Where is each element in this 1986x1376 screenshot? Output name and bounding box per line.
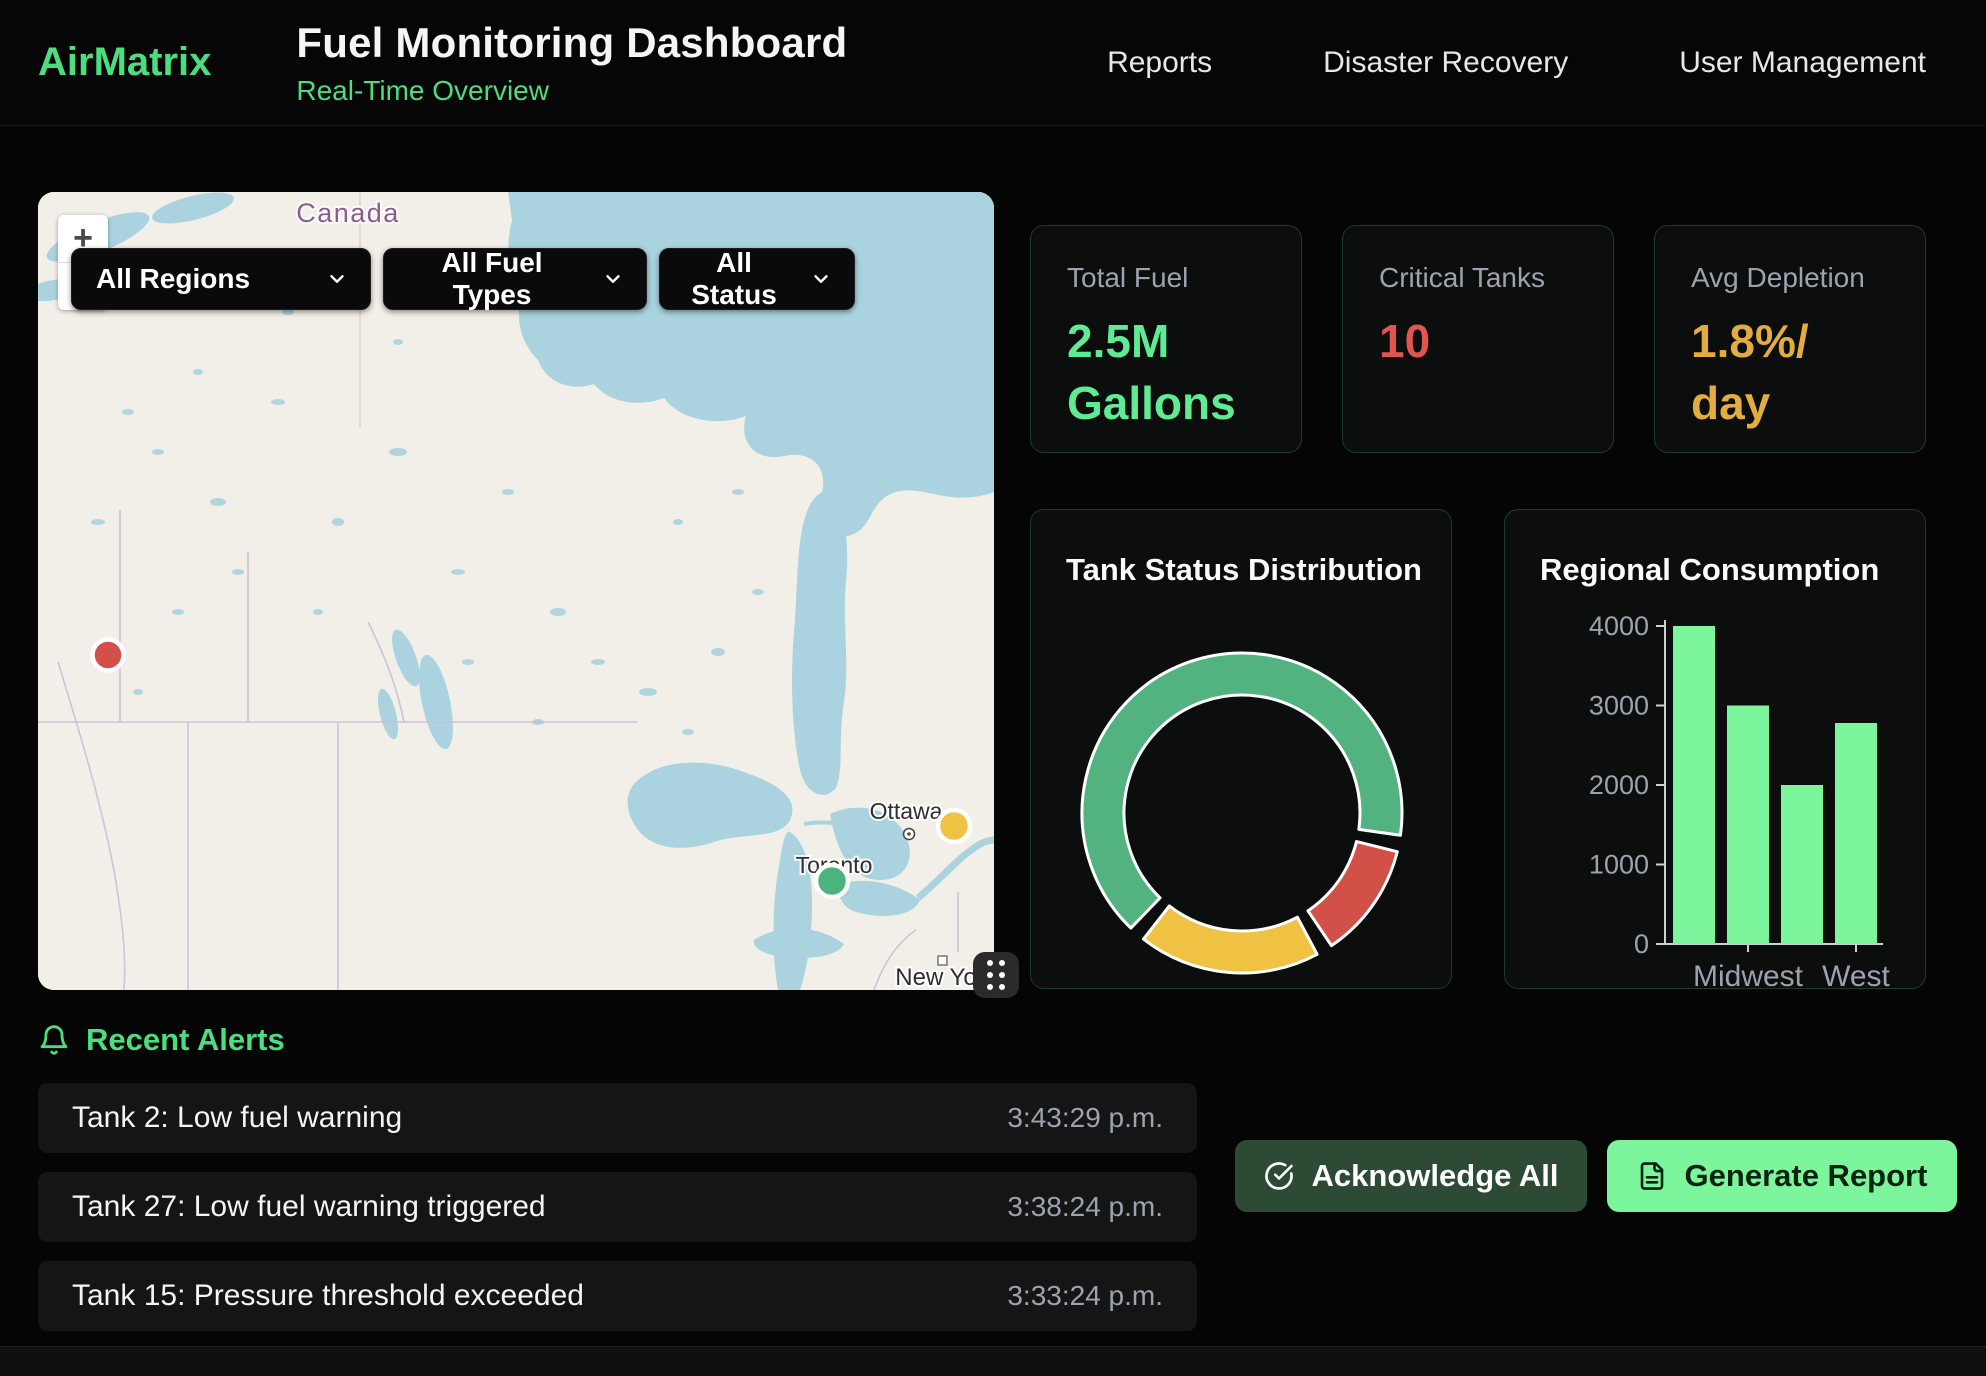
stat-value: 1.8%/day [1691, 310, 1925, 434]
chevron-down-icon [810, 268, 832, 290]
bar [1727, 706, 1769, 945]
stat-value: 10 [1379, 310, 1613, 372]
country-label: Canada [296, 198, 400, 228]
alert-text: Tank 15: Pressure threshold exceeded [72, 1279, 584, 1313]
regional-consumption-card: Regional Consumption 01000200030004000Mi… [1504, 509, 1926, 989]
acknowledge-all-button[interactable]: Acknowledge All [1235, 1140, 1587, 1212]
tank-status-donut-chart [1031, 510, 1453, 990]
chevron-down-icon [602, 268, 624, 290]
nav-disaster-recovery[interactable]: Disaster Recovery [1323, 46, 1568, 80]
map[interactable]: Canada Ottawa Toronto New York [38, 192, 994, 990]
y-tick-label: 0 [1634, 929, 1649, 959]
fuel-type-filter-value: All Fuel Types [408, 247, 576, 311]
donut-segment-critical [1308, 842, 1397, 946]
regional-consumption-bar-chart: 0 1000 2000 3000 4000 Midwest West [1505, 510, 1927, 990]
bar [1673, 626, 1715, 944]
main-nav: Reports Disaster Recovery User Managemen… [1107, 0, 1926, 126]
alert-text: Tank 2: Low fuel warning [72, 1101, 402, 1135]
alert-row[interactable]: Tank 27: Low fuel warning triggered 3:38:… [38, 1172, 1197, 1242]
region-filter-select[interactable]: All Regions [71, 248, 371, 310]
alert-timestamp: 3:33:24 p.m. [1007, 1280, 1163, 1312]
footer-bar [0, 1346, 1986, 1376]
resize-grip[interactable] [973, 952, 1019, 998]
y-tick-label: 1000 [1589, 850, 1649, 880]
alert-timestamp: 3:38:24 p.m. [1007, 1191, 1163, 1223]
stat-label: Critical Tanks [1379, 262, 1613, 294]
ottawa-label: Ottawa [870, 798, 943, 824]
x-tick-label: West [1822, 960, 1890, 990]
alert-row[interactable]: Tank 2: Low fuel warning 3:43:29 p.m. [38, 1083, 1197, 1153]
y-tick-label: 3000 [1589, 691, 1649, 721]
app-header: AirMatrix Fuel Monitoring Dashboard Real… [0, 0, 1986, 126]
ottawa-city-dot-center [907, 832, 911, 836]
map-marker-normal[interactable] [816, 865, 848, 897]
bell-icon [38, 1024, 70, 1056]
avg-depletion-card: Avg Depletion 1.8%/day [1654, 225, 1926, 453]
generate-report-button[interactable]: Generate Report [1607, 1140, 1957, 1212]
region-filter-value: All Regions [96, 263, 250, 295]
chevron-down-icon [326, 268, 348, 290]
recent-alerts-header: Recent Alerts [38, 1022, 285, 1058]
x-tick-label: Midwest [1693, 960, 1804, 990]
map-panel: Canada Ottawa Toronto New York + − All R… [38, 192, 994, 990]
map-marker-critical[interactable] [93, 640, 124, 671]
page-title: Fuel Monitoring Dashboard [296, 19, 847, 67]
file-text-icon [1637, 1161, 1667, 1191]
acknowledge-all-label: Acknowledge All [1312, 1158, 1559, 1194]
recent-alerts-title: Recent Alerts [86, 1022, 285, 1058]
alert-text: Tank 27: Low fuel warning triggered [72, 1190, 546, 1224]
brand-logo[interactable]: AirMatrix [38, 40, 211, 85]
bar [1781, 785, 1823, 944]
status-filter-value: All Status [684, 247, 784, 311]
map-filters: All Regions All Fuel Types All Status [71, 248, 855, 310]
page-subtitle: Real-Time Overview [296, 75, 847, 107]
map-marker-warning[interactable] [938, 810, 970, 842]
total-fuel-card: Total Fuel 2.5MGallons [1030, 225, 1302, 453]
fuel-type-filter-select[interactable]: All Fuel Types [383, 248, 647, 310]
generate-report-label: Generate Report [1685, 1158, 1928, 1194]
alert-row[interactable]: Tank 15: Pressure threshold exceeded 3:33… [38, 1261, 1197, 1331]
stat-value: 2.5MGallons [1067, 310, 1301, 434]
y-tick-label: 4000 [1589, 611, 1649, 641]
stat-label: Total Fuel [1067, 262, 1301, 294]
map-svg: Canada Ottawa Toronto New York [38, 192, 994, 990]
stat-label: Avg Depletion [1691, 262, 1925, 294]
status-filter-select[interactable]: All Status [659, 248, 855, 310]
header-titles: Fuel Monitoring Dashboard Real-Time Over… [296, 19, 847, 107]
donut-segment-warning [1143, 906, 1317, 973]
tank-status-card: Tank Status Distribution [1030, 509, 1452, 989]
critical-tanks-card: Critical Tanks 10 [1342, 225, 1614, 453]
check-circle-icon [1264, 1161, 1294, 1191]
y-tick-label: 2000 [1589, 770, 1649, 800]
nav-reports[interactable]: Reports [1107, 46, 1212, 80]
nav-user-management[interactable]: User Management [1679, 46, 1926, 80]
bar [1835, 723, 1877, 944]
alert-timestamp: 3:43:29 p.m. [1007, 1102, 1163, 1134]
